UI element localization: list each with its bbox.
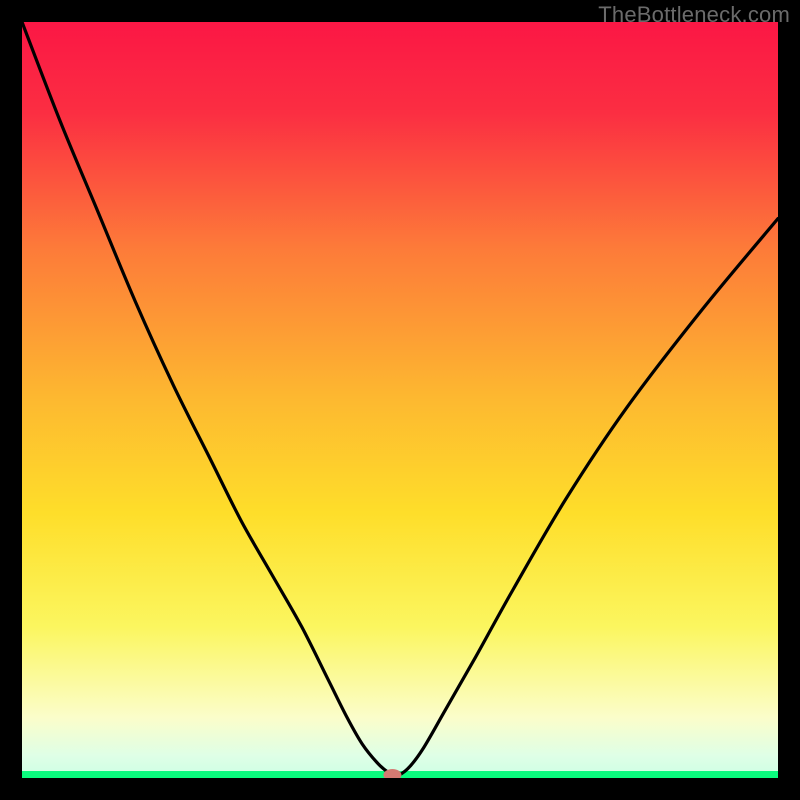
chart-frame: TheBottleneck.com [0, 0, 800, 800]
gradient-background [22, 22, 778, 778]
plot-area [22, 22, 778, 778]
chart-svg [22, 22, 778, 778]
